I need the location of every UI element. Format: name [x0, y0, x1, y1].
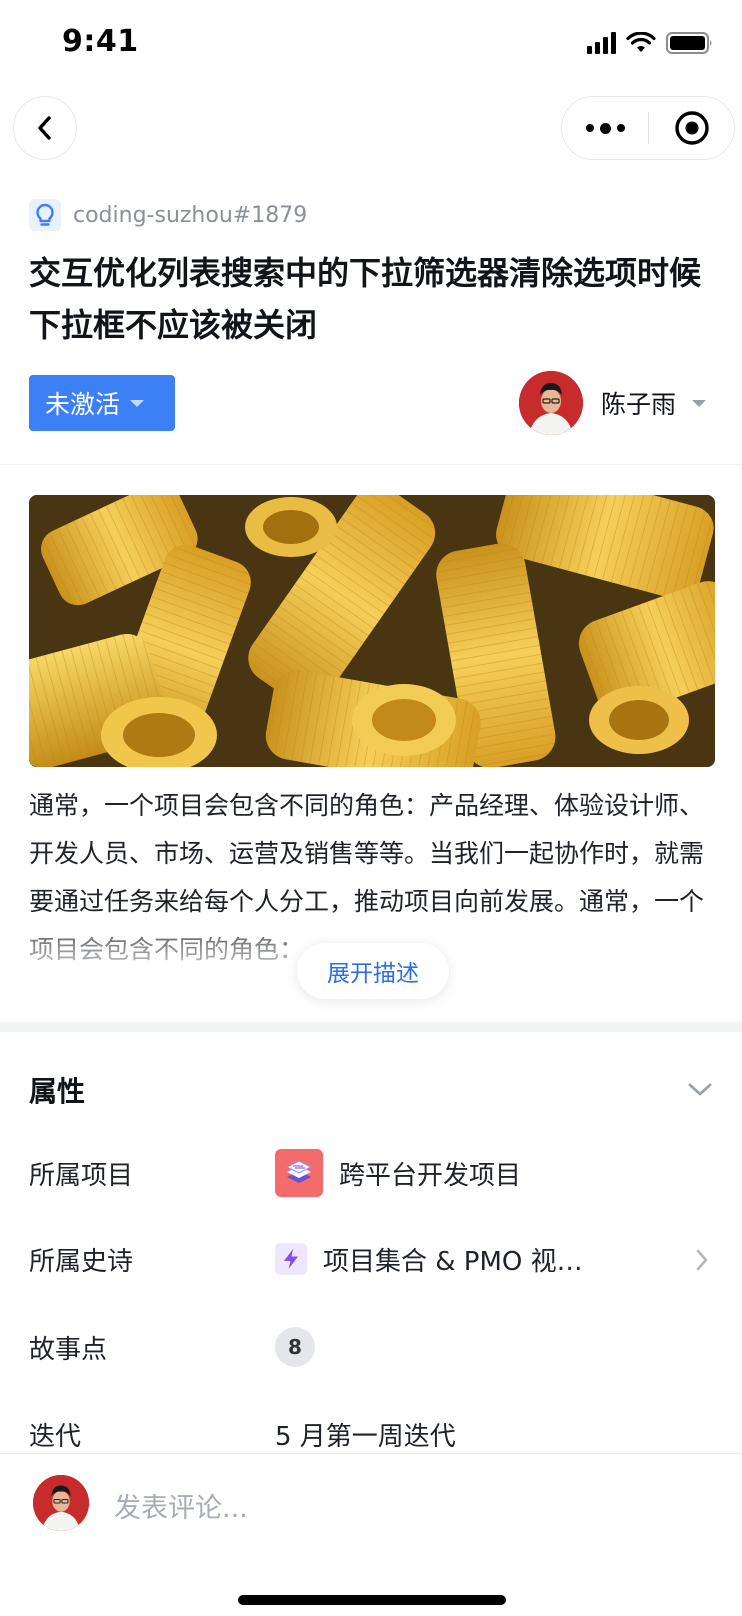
nav-bar: [0, 92, 742, 164]
attribute-label: 所属项目: [29, 1160, 134, 1191]
caret-down-icon: [692, 399, 707, 407]
close-mini-program-button[interactable]: [649, 97, 734, 159]
avatar: [33, 1475, 89, 1531]
status-dropdown[interactable]: 未激活: [29, 375, 175, 431]
issue-title: 交互优化列表搜索中的下拉筛选器清除选项时候下拉框不应该被关闭: [29, 254, 702, 344]
issue-id-row: coding-suzhou#1879: [29, 198, 307, 232]
chevron-left-icon: [38, 116, 51, 140]
attribute-row-story-points[interactable]: 故事点 8: [29, 1319, 719, 1375]
chevron-right-icon: [696, 1249, 708, 1271]
attribute-value: 5 月第一周迭代: [275, 1416, 719, 1453]
attribute-value-text: 5 月第一周迭代: [275, 1421, 456, 1452]
attribute-label: 所属史诗: [29, 1246, 134, 1277]
chevron-down-icon: [688, 1083, 712, 1096]
attribute-value: 8: [275, 1327, 719, 1367]
status-label: 未激活: [45, 390, 121, 419]
wifi-icon: [626, 32, 656, 52]
caret-down-icon: [130, 399, 145, 407]
status-time: 9:41: [62, 24, 139, 59]
target-circle-icon: [674, 111, 709, 145]
back-button[interactable]: [13, 96, 77, 160]
attribute-label: 迭代: [29, 1421, 82, 1452]
cellular-signal-icon: [587, 32, 616, 54]
attribute-row-project[interactable]: 所属项目 跨平台开发项目: [29, 1145, 719, 1201]
more-button[interactable]: [562, 97, 648, 159]
project-icon: [275, 1149, 323, 1197]
attributes-header[interactable]: 属性: [29, 1067, 713, 1113]
expand-description-button[interactable]: 展开描述: [297, 943, 449, 999]
attribute-row-epic[interactable]: 所属史诗 项目集合 & PMO 视…: [29, 1231, 719, 1287]
assignee-name: 陈子雨: [601, 390, 677, 419]
assignee-selector[interactable]: 陈子雨: [519, 371, 707, 435]
more-dots-icon: [585, 124, 594, 132]
attribute-value-text: 项目集合 & PMO 视…: [323, 1246, 583, 1277]
cover-image: [29, 495, 715, 767]
attributes-title: 属性: [29, 1075, 86, 1108]
lightbulb-icon: [29, 199, 61, 231]
story-point-badge: 8: [275, 1327, 315, 1367]
attribute-label: 故事点: [29, 1334, 108, 1365]
status-icons: [587, 30, 714, 56]
mini-program-capsule: [561, 96, 735, 160]
home-indicator: [238, 1595, 506, 1605]
attribute-value-text: 跨平台开发项目: [339, 1160, 522, 1191]
attribute-value: 项目集合 & PMO 视…: [275, 1241, 719, 1278]
issue-id: coding-suzhou#1879: [73, 202, 308, 228]
comment-bar: 发表评论...: [0, 1453, 742, 1616]
lightning-icon: [275, 1243, 307, 1275]
status-bar: 9:41: [0, 0, 742, 88]
attribute-value: 跨平台开发项目: [275, 1149, 719, 1197]
avatar: [519, 371, 583, 435]
divider: [0, 464, 742, 465]
comment-input[interactable]: 发表评论...: [114, 1486, 248, 1525]
section-divider: [0, 1022, 742, 1032]
battery-icon: [666, 32, 712, 54]
